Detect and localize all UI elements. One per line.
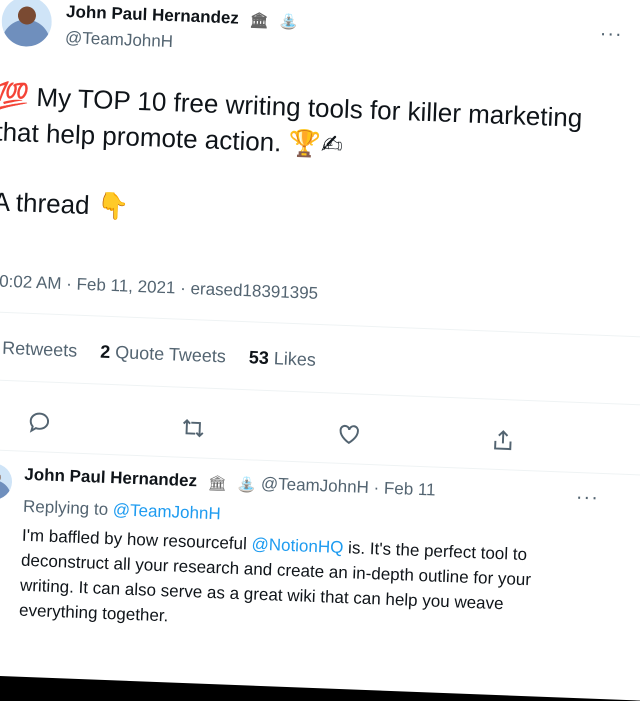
reply-handle-date[interactable]: @TeamJohnH · Feb 11 [261, 474, 436, 500]
bank-icon: 🏛 [249, 11, 269, 30]
replying-to-link[interactable]: @TeamJohnH [112, 500, 221, 523]
reply-text: I'm baffled by how resourceful @NotionHQ… [18, 525, 532, 626]
trophy-writing-emoji: 🏆✍ [288, 127, 344, 160]
hundred-points-emoji: 💯 [0, 80, 30, 112]
pointing-down-emoji: 👇 [96, 190, 130, 222]
more-options-icon[interactable]: ··· [599, 23, 623, 47]
like-icon[interactable] [336, 421, 365, 450]
retweet-icon[interactable] [180, 415, 209, 444]
replying-to: Replying to @TeamJohnH [22, 496, 222, 524]
author-avatar[interactable] [0, 0, 53, 48]
reply-author-name[interactable]: John Paul Hernandez [24, 465, 197, 491]
tweet-screenshot: John Paul Hernandez 🏛 ⛲ @TeamJohnH ··· 💯… [0, 0, 640, 701]
retweets-stat[interactable]: 0 Retweets [0, 337, 78, 361]
fountain-icon: ⛲ [237, 475, 257, 494]
divider [0, 310, 640, 338]
author-name[interactable]: John Paul Hernandez 🏛 ⛲ [66, 2, 299, 31]
share-icon[interactable] [489, 427, 518, 456]
fountain-icon: ⛲ [278, 12, 299, 31]
likes-stat[interactable]: 53 Likes [248, 347, 316, 370]
reply-author-avatar[interactable] [0, 462, 13, 501]
author-handle[interactable]: @TeamJohnH [65, 28, 174, 52]
tweet-timestamp[interactable]: 10:02 AM · Feb 11, 2021 · erased18391395 [0, 271, 318, 304]
reply-header: John Paul Hernandez 🏛 ⛲ @TeamJohnH · Feb… [24, 465, 436, 501]
notion-mention-link[interactable]: @NotionHQ [251, 535, 344, 558]
engagement-stats: 0 Retweets 2 Quote Tweets 53 Likes [0, 337, 334, 371]
reply-icon[interactable] [26, 409, 55, 438]
reply-more-options-icon[interactable]: ··· [575, 486, 599, 510]
tweet-text-line-3: A thread 👇 [0, 186, 130, 222]
quote-tweets-stat[interactable]: 2 Quote Tweets [100, 342, 226, 367]
bank-icon: 🏛 [207, 474, 228, 493]
divider [0, 378, 640, 406]
